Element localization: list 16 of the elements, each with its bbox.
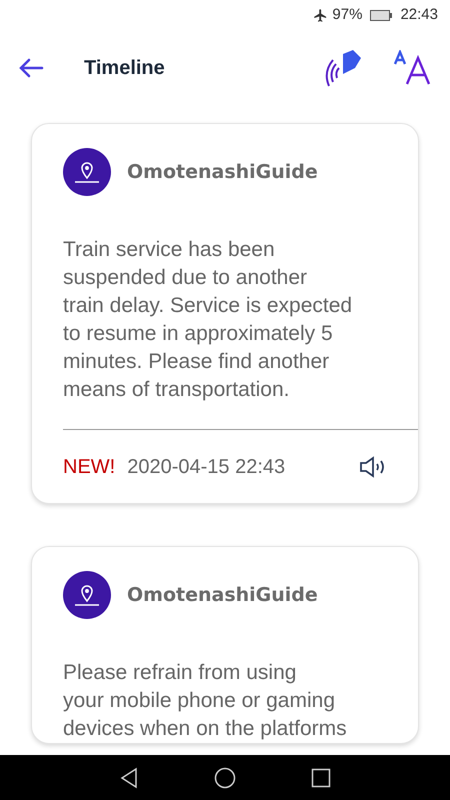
- sender-name: OmotenashiGuide: [127, 582, 318, 608]
- airplane-icon: [313, 8, 328, 22]
- message-text: Please refrain from using your mobile phone or gaming devices when on the platforms: [62, 660, 348, 742]
- timestamp: 2020-04-15 22:43: [127, 454, 286, 480]
- page-title: Timeline: [84, 56, 165, 81]
- home-nav-icon[interactable]: [214, 766, 236, 788]
- battery-percent: 97%: [332, 4, 362, 25]
- back-nav-icon[interactable]: [119, 766, 139, 788]
- location-pin-avatar-icon: [63, 571, 111, 619]
- sender-name: OmotenashiGuide: [127, 160, 318, 185]
- new-label: NEW!: [63, 454, 116, 480]
- battery-icon: [370, 10, 392, 20]
- message-text: Train service has been suspended due to another train delay. Service is expected to resume in approximately 5 minutes. Please find another means of transportation.: [62, 237, 354, 403]
- clock: 22:43: [400, 4, 438, 25]
- location-pin-avatar-icon: [63, 148, 111, 196]
- recents-nav-icon[interactable]: [311, 768, 331, 788]
